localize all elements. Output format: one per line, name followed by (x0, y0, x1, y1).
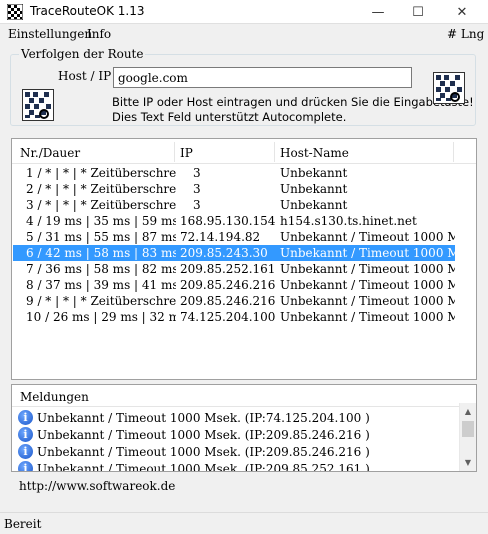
cell-nr: 4 / 19 ms | 35 ms | 59 ms (26, 214, 176, 228)
cell-ip: 209.85.246.216 (180, 294, 275, 308)
cell-nr: 2 / * | * | * Zeitüberschreitun... (26, 182, 176, 196)
window-title: TraceRouteOK 1.13 (30, 4, 145, 18)
cell-host: Unbekannt / Timeout 1000 Msek.... (280, 310, 455, 324)
messages-title: Meldungen (20, 390, 89, 404)
info-icon: i (18, 427, 33, 442)
table-row[interactable]: 7 / 36 ms | 58 ms | 82 ms 209.85.252.161… (13, 261, 455, 277)
route-group-title: Verfolgen der Route (19, 47, 146, 61)
cell-nr: 3 / * | * | * Zeitüberschreitun... (26, 198, 176, 212)
table-row[interactable]: 2 / * | * | * Zeitüberschreitun... 3 Unb… (13, 181, 455, 197)
column-host[interactable]: Host-Name (280, 146, 349, 160)
cell-nr: 1 / * | * | * Zeitüberschreitun... (26, 166, 176, 180)
messages-header: Meldungen (12, 385, 476, 407)
table-row[interactable]: 8 / 37 ms | 39 ms | 41 ms 209.85.246.216… (13, 277, 455, 293)
table-row[interactable]: 3 / * | * | * Zeitüberschreitun... 3 Unb… (13, 197, 455, 213)
menu-language[interactable]: # Lng (447, 27, 484, 41)
minimize-button[interactable]: — (358, 0, 398, 24)
table-row[interactable]: 5 / 31 ms | 55 ms | 87 ms 72.14.194.82 U… (13, 229, 455, 245)
messages-panel[interactable]: Meldungen i Unbekannt / Timeout 1000 Mse… (11, 384, 477, 472)
list-header: Nr./Dauer IP Host-Name (12, 139, 476, 164)
cell-ip: 209.85.243.30 (180, 246, 268, 260)
message-text: Unbekannt / Timeout 1000 Msek. (IP:209.8… (37, 445, 370, 459)
cell-ip: 209.85.252.161 (180, 262, 275, 276)
title-bar: TraceRouteOK 1.13 — ☐ ✕ (0, 0, 488, 24)
maximize-button[interactable]: ☐ (398, 0, 438, 24)
info-icon: i (18, 410, 33, 425)
menu-info[interactable]: Info (87, 27, 111, 41)
cell-host: Unbekannt (280, 182, 348, 196)
message-text: Unbekannt / Timeout 1000 Msek. (IP:74.12… (37, 411, 370, 425)
host-input[interactable] (113, 67, 412, 88)
table-row[interactable]: 10 / 26 ms | 29 ms | 32 ms 74.125.204.10… (13, 309, 455, 325)
cell-ip: 209.85.246.216 (180, 278, 275, 292)
column-separator (174, 142, 175, 162)
column-separator (453, 142, 454, 162)
cell-host: Unbekannt / Timeout 1000 Msek.... (280, 294, 455, 308)
app-icon (7, 4, 23, 20)
cell-host: h154.s130.ts.hinet.net (280, 214, 417, 228)
cell-ip: 3 (193, 166, 201, 180)
message-item[interactable]: i Unbekannt / Timeout 1000 Msek. (IP:209… (18, 461, 458, 472)
message-text: Unbekannt / Timeout 1000 Msek. (IP:209.8… (37, 428, 370, 442)
cell-host: Unbekannt (280, 198, 348, 212)
table-row[interactable]: 9 / * | * | * Zeitüberschreitun... 209.8… (13, 293, 455, 309)
route-icon-right (433, 72, 465, 104)
hint-line-1: Bitte IP oder Host eintragen und drücken… (112, 95, 474, 109)
cell-host: Unbekannt / Timeout 1000 Msek.... (280, 246, 455, 260)
cell-ip: 74.125.204.100 (180, 310, 275, 324)
cell-host: Unbekannt (280, 166, 348, 180)
info-icon: i (18, 461, 33, 471)
website-link[interactable]: http://www.softwareok.de (19, 479, 175, 493)
hint-line-2: Dies Text Feld unterstützt Autocomplete. (112, 110, 347, 124)
message-item[interactable]: i Unbekannt / Timeout 1000 Msek. (IP:209… (18, 427, 458, 443)
cell-host: Unbekannt / Timeout 1000 Msek.... (280, 278, 455, 292)
route-icon-left (22, 89, 54, 121)
menu-settings[interactable]: Einstellungen (8, 27, 92, 41)
scroll-up-icon[interactable]: ▲ (460, 403, 476, 420)
table-row[interactable]: 4 / 19 ms | 35 ms | 59 ms 168.95.130.154… (13, 213, 455, 229)
cell-nr: 7 / 36 ms | 58 ms | 82 ms (26, 262, 176, 276)
table-row[interactable]: 1 / * | * | * Zeitüberschreitun... 3 Unb… (13, 165, 455, 181)
column-nr[interactable]: Nr./Dauer (20, 146, 80, 160)
status-text: Bereit (4, 517, 42, 531)
message-text: Unbekannt / Timeout 1000 Msek. (IP:209.8… (37, 462, 370, 472)
hint-text: Bitte IP oder Host eintragen und drücken… (112, 95, 474, 125)
message-item[interactable]: i Unbekannt / Timeout 1000 Msek. (IP:209… (18, 444, 458, 460)
close-button[interactable]: ✕ (442, 0, 482, 24)
cell-nr: 8 / 37 ms | 39 ms | 41 ms (26, 278, 176, 292)
scroll-thumb[interactable] (462, 421, 474, 437)
message-item[interactable]: i Unbekannt / Timeout 1000 Msek. (IP:74.… (18, 410, 458, 426)
status-bar: Bereit (0, 512, 488, 534)
menu-bar: Einstellungen Info # Lng (0, 24, 488, 45)
route-list[interactable]: Nr./Dauer IP Host-Name 1 / * | * | * Zei… (11, 138, 477, 380)
cell-ip: 72.14.194.82 (180, 230, 261, 244)
cell-nr: 6 / 42 ms | 58 ms | 83 ms (26, 246, 176, 260)
cell-ip: 168.95.130.154 (180, 214, 275, 228)
cell-ip: 3 (193, 182, 201, 196)
cell-nr: 9 / * | * | * Zeitüberschreitun... (26, 294, 176, 308)
cell-ip: 3 (193, 198, 201, 212)
column-separator (274, 142, 275, 162)
column-ip[interactable]: IP (180, 146, 193, 160)
host-label: Host / IP : (58, 69, 120, 83)
messages-scrollbar[interactable]: ▲ ▼ (459, 403, 476, 471)
cell-host: Unbekannt / Timeout 1000 Msek.... (280, 230, 455, 244)
info-icon: i (18, 444, 33, 459)
table-row-selected[interactable]: 6 / 42 ms | 58 ms | 83 ms 209.85.243.30 … (13, 245, 455, 261)
cell-host: Unbekannt / Timeout 1000 Msek.... (280, 262, 455, 276)
scroll-down-icon[interactable]: ▼ (460, 454, 476, 471)
cell-nr: 5 / 31 ms | 55 ms | 87 ms (26, 230, 176, 244)
cell-nr: 10 / 26 ms | 29 ms | 32 ms (26, 310, 176, 324)
